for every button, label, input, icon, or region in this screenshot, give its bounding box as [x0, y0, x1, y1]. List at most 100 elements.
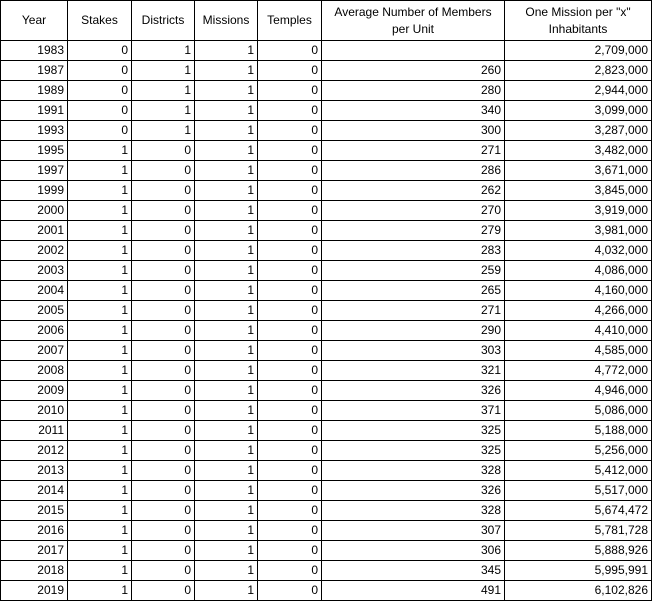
cell-mission-inhabitants: 4,032,000 — [504, 240, 652, 261]
cell-temples: 0 — [257, 40, 322, 61]
cell-avg-members: 345 — [321, 560, 505, 581]
cell-temples: 0 — [257, 200, 322, 221]
cell-districts: 0 — [131, 540, 195, 561]
cell-avg-members: 303 — [321, 340, 505, 361]
cell-districts: 0 — [131, 440, 195, 461]
cell-stakes: 1 — [67, 560, 132, 581]
header-year: Year — [0, 0, 68, 41]
cell-districts: 1 — [131, 60, 195, 81]
cell-year: 2015 — [0, 500, 68, 521]
cell-districts: 0 — [131, 200, 195, 221]
cell-districts: 1 — [131, 80, 195, 101]
cell-temples: 0 — [257, 540, 322, 561]
cell-stakes: 0 — [67, 40, 132, 61]
table-row: 2009 1 0 1 0 326 4,946,000 — [0, 380, 652, 401]
header-missions: Missions — [194, 0, 258, 41]
cell-temples: 0 — [257, 280, 322, 301]
cell-missions: 1 — [194, 360, 258, 381]
cell-mission-inhabitants: 3,671,000 — [504, 160, 652, 181]
cell-mission-inhabitants: 4,946,000 — [504, 380, 652, 401]
cell-year: 2018 — [0, 560, 68, 581]
cell-stakes: 1 — [67, 180, 132, 201]
cell-year: 2017 — [0, 540, 68, 561]
cell-stakes: 1 — [67, 160, 132, 181]
cell-mission-inhabitants: 5,995,991 — [504, 560, 652, 581]
cell-stakes: 1 — [67, 540, 132, 561]
cell-mission-inhabitants: 3,919,000 — [504, 200, 652, 221]
cell-districts: 0 — [131, 240, 195, 261]
cell-missions: 1 — [194, 480, 258, 501]
cell-avg-members: 340 — [321, 100, 505, 121]
cell-districts: 0 — [131, 480, 195, 501]
cell-year: 2014 — [0, 480, 68, 501]
cell-missions: 1 — [194, 200, 258, 221]
table-row: 2012 1 0 1 0 325 5,256,000 — [0, 440, 652, 461]
cell-year: 2010 — [0, 400, 68, 421]
cell-avg-members: 260 — [321, 60, 505, 81]
cell-temples: 0 — [257, 60, 322, 81]
cell-year: 2005 — [0, 300, 68, 321]
cell-avg-members: 290 — [321, 320, 505, 341]
table-row: 2001 1 0 1 0 279 3,981,000 — [0, 220, 652, 241]
cell-missions: 1 — [194, 560, 258, 581]
cell-temples: 0 — [257, 460, 322, 481]
cell-temples: 0 — [257, 360, 322, 381]
cell-missions: 1 — [194, 520, 258, 541]
cell-districts: 1 — [131, 100, 195, 121]
cell-missions: 1 — [194, 160, 258, 181]
header-temples: Temples — [257, 0, 322, 41]
cell-avg-members: 321 — [321, 360, 505, 381]
cell-stakes: 1 — [67, 520, 132, 541]
cell-temples: 0 — [257, 240, 322, 261]
cell-temples: 0 — [257, 500, 322, 521]
cell-year: 2012 — [0, 440, 68, 461]
cell-mission-inhabitants: 4,266,000 — [504, 300, 652, 321]
header-mission-inhabitants: One Mission per "x" Inhabitants — [504, 0, 652, 41]
cell-missions: 1 — [194, 420, 258, 441]
cell-missions: 1 — [194, 400, 258, 421]
cell-year: 1993 — [0, 120, 68, 141]
cell-avg-members: 262 — [321, 180, 505, 201]
cell-districts: 0 — [131, 460, 195, 481]
cell-avg-members: 328 — [321, 500, 505, 521]
cell-mission-inhabitants: 4,410,000 — [504, 320, 652, 341]
cell-mission-inhabitants: 3,845,000 — [504, 180, 652, 201]
cell-districts: 0 — [131, 380, 195, 401]
cell-temples: 0 — [257, 80, 322, 101]
cell-stakes: 1 — [67, 460, 132, 481]
cell-mission-inhabitants: 6,102,826 — [504, 580, 652, 601]
cell-stakes: 1 — [67, 240, 132, 261]
cell-stakes: 1 — [67, 580, 132, 601]
cell-temples: 0 — [257, 180, 322, 201]
cell-districts: 0 — [131, 140, 195, 161]
cell-year: 2016 — [0, 520, 68, 541]
cell-stakes: 1 — [67, 440, 132, 461]
cell-districts: 0 — [131, 400, 195, 421]
table-row: 1987 0 1 1 0 260 2,823,000 — [0, 60, 652, 81]
cell-districts: 0 — [131, 220, 195, 241]
cell-mission-inhabitants: 5,188,000 — [504, 420, 652, 441]
cell-missions: 1 — [194, 260, 258, 281]
table-row: 2003 1 0 1 0 259 4,086,000 — [0, 260, 652, 281]
cell-districts: 0 — [131, 560, 195, 581]
cell-districts: 0 — [131, 320, 195, 341]
cell-mission-inhabitants: 2,944,000 — [504, 80, 652, 101]
cell-temples: 0 — [257, 480, 322, 501]
cell-temples: 0 — [257, 140, 322, 161]
cell-avg-members: 265 — [321, 280, 505, 301]
header-avg-members: Average Number of Members per Unit — [321, 0, 505, 41]
cell-year: 1999 — [0, 180, 68, 201]
table-row: 2016 1 0 1 0 307 5,781,728 — [0, 520, 652, 541]
cell-year: 1987 — [0, 60, 68, 81]
cell-year: 2007 — [0, 340, 68, 361]
cell-mission-inhabitants: 5,412,000 — [504, 460, 652, 481]
cell-avg-members: 259 — [321, 260, 505, 281]
cell-districts: 0 — [131, 580, 195, 601]
table-body: 1983 0 1 1 0 2,709,000 1987 0 1 1 0 260 2,823,000 198… — [0, 40, 652, 601]
cell-missions: 1 — [194, 340, 258, 361]
cell-missions: 1 — [194, 500, 258, 521]
cell-stakes: 0 — [67, 80, 132, 101]
cell-missions: 1 — [194, 100, 258, 121]
cell-mission-inhabitants: 2,709,000 — [504, 40, 652, 61]
cell-stakes: 1 — [67, 260, 132, 281]
